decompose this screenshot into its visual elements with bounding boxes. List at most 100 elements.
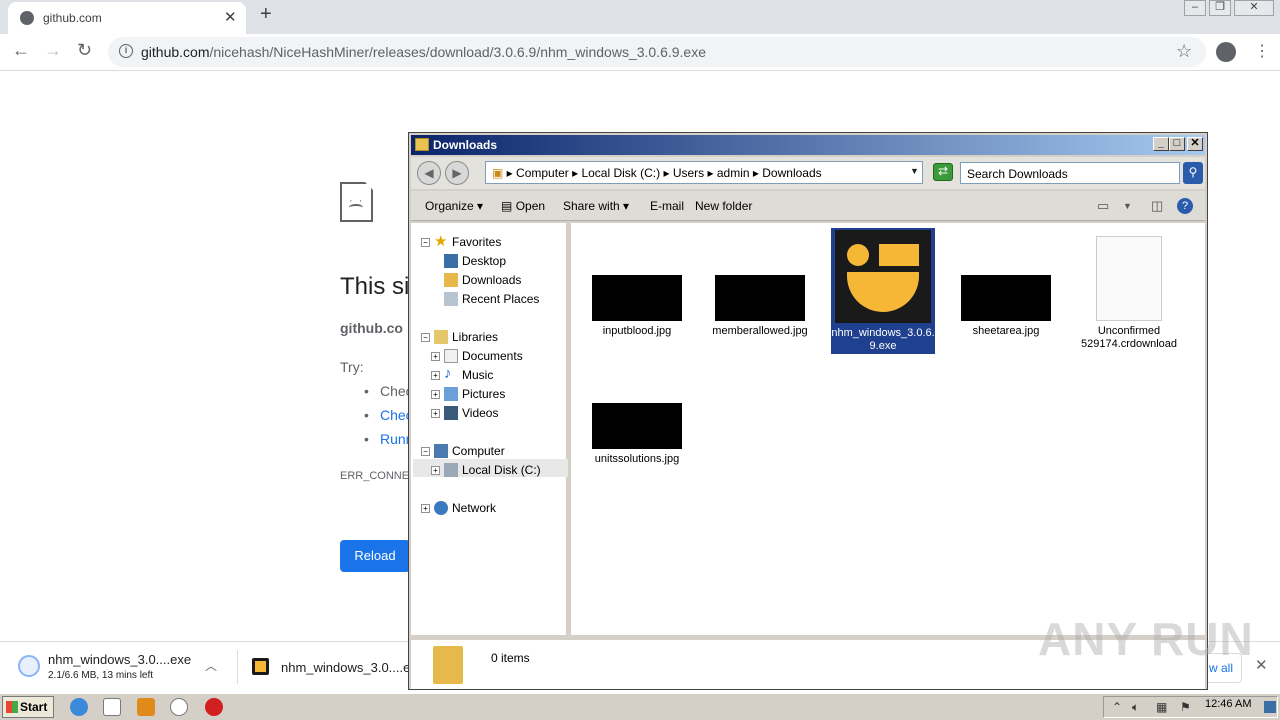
tree-pictures[interactable]: Pictures [462, 387, 505, 401]
open-label: Open [515, 199, 546, 213]
tree-computer[interactable]: Computer [452, 444, 505, 458]
breadcrumb: ▣ ▸ Computer ▸ Local Disk (C:) ▸ Users ▸… [492, 166, 822, 180]
collapse-icon[interactable]: − [421, 238, 430, 247]
search-input[interactable]: Search Downloads [960, 162, 1180, 184]
crumb-users[interactable]: Users [673, 166, 704, 180]
crumb-downloads[interactable]: Downloads [762, 166, 821, 180]
collapse-icon[interactable]: − [421, 333, 430, 342]
pictures-icon [444, 387, 458, 401]
file-name: memberallowed.jpg [712, 325, 808, 337]
chevron-up-icon[interactable]: ︿ [205, 657, 217, 674]
alert-icon[interactable] [205, 698, 223, 716]
new-folder-button[interactable]: New folder [695, 199, 752, 213]
close-button[interactable]: ✕ [1187, 137, 1203, 151]
recent-places-icon [444, 292, 458, 306]
media-player-icon[interactable] [137, 698, 155, 716]
expand-icon[interactable]: + [431, 371, 440, 380]
close-window-button[interactable]: ✕ [1234, 0, 1274, 16]
new-tab-button[interactable]: + [260, 3, 272, 26]
file-item[interactable]: memberallowed.jpg [708, 275, 812, 338]
download-progress-icon[interactable] [18, 655, 40, 677]
download-item-name[interactable]: nhm_windows_3.0....exe [48, 652, 191, 667]
folder-icon: ▣ [492, 166, 504, 180]
chrome-icon[interactable] [170, 698, 188, 716]
preview-pane-icon[interactable]: ◫ [1151, 198, 1163, 214]
tree-documents[interactable]: Documents [462, 349, 523, 363]
expand-icon[interactable]: + [431, 466, 440, 475]
tree-videos[interactable]: Videos [462, 406, 498, 420]
volume-icon[interactable]: 🔈︎ [1132, 700, 1139, 715]
tree-network[interactable]: Network [452, 501, 496, 515]
share-with-menu[interactable]: Share with ▾ [563, 199, 629, 213]
download-item-name[interactable]: nhm_windows_3.0....e [281, 660, 410, 675]
crumb-admin[interactable]: admin [717, 166, 750, 180]
refresh-icon[interactable]: ⇄ [933, 163, 953, 181]
start-button[interactable]: Start [2, 696, 54, 718]
file-item[interactable]: inputblood.jpg [585, 275, 689, 338]
maximize-button[interactable]: □ [1169, 137, 1185, 151]
expand-icon[interactable]: + [421, 504, 430, 513]
close-shelf-icon[interactable]: ✕ [1255, 656, 1268, 674]
chevron-up-icon[interactable]: ⌃ [1112, 700, 1122, 714]
address-breadcrumb[interactable]: ▣ ▸ Computer ▸ Local Disk (C:) ▸ Users ▸… [485, 161, 923, 184]
back-arrow-icon[interactable]: ◀ [417, 161, 441, 185]
profile-avatar-icon[interactable] [1216, 42, 1236, 62]
flag-icon[interactable]: ⚑ [1180, 700, 1191, 714]
crumb-computer[interactable]: Computer [516, 166, 569, 180]
forward-arrow-icon[interactable]: ▶ [445, 161, 469, 185]
file-item[interactable]: unitssolutions.jpg [585, 403, 689, 466]
network-icon[interactable]: ▦ [1156, 700, 1167, 714]
maximize-button[interactable]: ❐ [1209, 0, 1231, 16]
nicehash-file-icon[interactable] [252, 658, 269, 675]
open-button[interactable]: ▤ Open [501, 199, 545, 213]
file-item[interactable]: Unconfirmed 529174.crdownload [1077, 236, 1181, 351]
view-dropdown-icon[interactable]: ▼ [1123, 201, 1132, 211]
tree-downloads[interactable]: Downloads [462, 273, 521, 287]
tree-music[interactable]: Music [462, 368, 493, 382]
reload-button[interactable]: Reload [340, 540, 410, 572]
start-label: Start [20, 700, 48, 714]
image-thumbnail [961, 275, 1051, 321]
image-thumbnail [592, 275, 682, 321]
show-desktop-icon[interactable] [1264, 701, 1276, 713]
ie-icon[interactable] [70, 698, 88, 716]
file-item[interactable]: sheetarea.jpg [954, 275, 1058, 338]
tree-recent-places[interactable]: Recent Places [462, 292, 539, 306]
file-name: inputblood.jpg [602, 325, 672, 337]
reload-icon[interactable]: ↻ [77, 40, 92, 61]
expand-icon[interactable]: + [431, 352, 440, 361]
documents-icon [444, 349, 458, 363]
dropdown-arrow-icon[interactable]: ▼ [910, 166, 919, 176]
browser-tab[interactable]: github.com ✕ [8, 2, 246, 34]
explorer-titlebar[interactable]: Downloads _ □ ✕ [411, 135, 1205, 155]
expand-icon[interactable]: + [431, 409, 440, 418]
minimize-button[interactable]: – [1184, 0, 1206, 16]
collapse-icon[interactable]: − [421, 447, 430, 456]
tree-favorites[interactable]: Favorites [452, 235, 501, 249]
organize-menu[interactable]: Organize ▾ [425, 199, 483, 213]
tree-desktop[interactable]: Desktop [462, 254, 506, 268]
explorer-taskbar-icon[interactable] [103, 698, 121, 716]
forward-arrow-icon[interactable]: → [44, 40, 62, 61]
music-icon: ♪ [444, 365, 452, 382]
close-tab-icon[interactable]: ✕ [224, 8, 237, 26]
help-icon[interactable]: ? [1177, 198, 1193, 214]
menu-kebab-icon[interactable]: ⋮ [1254, 41, 1270, 61]
url-text[interactable]: github.com/nicehash/NiceHashMiner/releas… [141, 44, 706, 60]
address-bar[interactable]: i github.com/nicehash/NiceHashMiner/rele… [108, 37, 1206, 67]
organize-label: Organize [425, 199, 474, 213]
bookmark-star-icon[interactable]: ☆ [1176, 41, 1192, 62]
expand-icon[interactable]: + [431, 390, 440, 399]
search-icon[interactable]: ⚲ [1183, 162, 1203, 184]
system-tray: ⌃ 🔈︎ ▦ ⚑ [1103, 696, 1278, 718]
tree-local-disk[interactable]: Local Disk (C:) [462, 463, 541, 477]
minimize-button[interactable]: _ [1153, 137, 1169, 151]
back-arrow-icon[interactable]: ← [12, 40, 30, 61]
crumb-local-disk[interactable]: Local Disk (C:) [581, 166, 660, 180]
info-icon[interactable]: i [119, 44, 133, 58]
file-item-selected[interactable]: nhm_windows_3.0.6.9.exe [831, 228, 935, 354]
view-icon[interactable]: ▭ [1097, 198, 1109, 214]
email-button[interactable]: E-mail [650, 199, 684, 213]
tree-libraries[interactable]: Libraries [452, 330, 498, 344]
item-count: 0 items [491, 651, 530, 665]
